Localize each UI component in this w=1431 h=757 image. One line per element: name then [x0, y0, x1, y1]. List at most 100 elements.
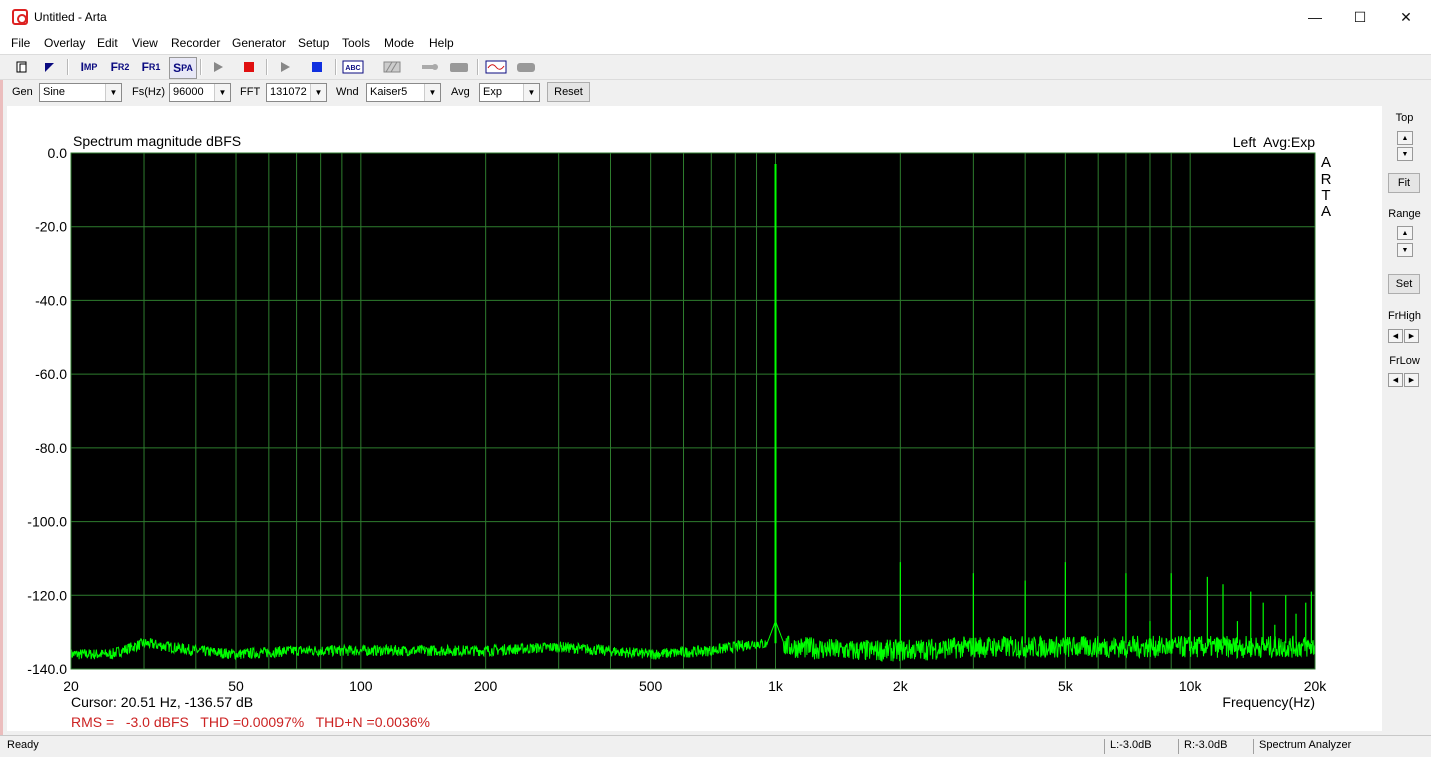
menu-mode[interactable]: Mode	[384, 36, 414, 50]
menu-file[interactable]: File	[11, 36, 30, 50]
channel-info: Left Avg:Exp	[1233, 134, 1315, 150]
x-tick-labels: 20 50 100 200 500 1k 2k 5k 10k 20k	[63, 678, 1327, 694]
fs-select[interactable]: 96000 ▼	[169, 83, 231, 102]
x-tick-label: 5k	[1058, 678, 1074, 694]
watermark-letter: R	[1321, 171, 1332, 188]
frhigh-left-button[interactable]: ◀	[1388, 329, 1403, 343]
fs-value: 96000	[173, 86, 204, 98]
plot-panel: 20 50 100 200 500 1k 2k 5k 10k 20k 0.0 -20.0 -40.0 -…	[7, 106, 1382, 731]
x-tick-label: 100	[349, 678, 373, 694]
title-bar: Untitled - Arta — ☐ ✕	[0, 0, 1431, 34]
abc-icon[interactable]: ABC	[341, 57, 365, 77]
chevron-down-icon: ▼	[523, 84, 539, 101]
cursor-readout: Cursor: 20.51 Hz, -136.57 dB	[71, 694, 253, 710]
gray-icon[interactable]	[447, 57, 471, 77]
gen-label: Gen	[12, 86, 33, 98]
menu-edit[interactable]: Edit	[97, 36, 118, 50]
chevron-down-icon: ▼	[424, 84, 440, 101]
menu-bar: File Overlay Edit View Recorder Generato…	[0, 34, 1431, 54]
range-label: Range	[1388, 208, 1421, 220]
frhigh-label: FrHigh	[1387, 310, 1421, 322]
x-tick-label: 500	[639, 678, 663, 694]
new-icon[interactable]	[10, 57, 34, 77]
probe-icon[interactable]	[418, 57, 442, 77]
toolbar-separator	[200, 59, 202, 75]
menu-view[interactable]: View	[132, 36, 158, 50]
wnd-select[interactable]: Kaiser5 ▼	[366, 83, 441, 102]
toolbar-separator	[67, 59, 69, 75]
grid-icon[interactable]	[380, 57, 404, 77]
arta-watermark: A R T A	[1321, 154, 1332, 220]
open-icon[interactable]	[37, 57, 61, 77]
range-down-button[interactable]: ▼	[1397, 243, 1413, 257]
menu-tools[interactable]: Tools	[342, 36, 370, 50]
toolbar-separator	[477, 59, 479, 75]
spa-button[interactable]: S PA	[169, 57, 197, 79]
menu-overlay[interactable]: Overlay	[44, 36, 85, 50]
stop-icon[interactable]	[237, 57, 261, 77]
gen-select[interactable]: Sine ▼	[39, 83, 122, 102]
gray2-icon[interactable]	[514, 57, 538, 77]
plot-area	[71, 153, 1315, 669]
frlow-right-button[interactable]: ▶	[1404, 373, 1419, 387]
spectrum-plot[interactable]: 20 50 100 200 500 1k 2k 5k 10k 20k 0.0 -20.0 -40.0 -…	[7, 106, 1382, 731]
fs-label: Fs(Hz)	[132, 86, 165, 98]
wnd-value: Kaiser5	[370, 86, 408, 98]
top-up-button[interactable]: ▲	[1397, 131, 1413, 145]
status-left-level: L:-3.0dB	[1104, 739, 1152, 754]
fr2-button[interactable]: F R2	[107, 57, 133, 77]
y-tick-label: -140.0	[27, 661, 67, 677]
menu-generator[interactable]: Generator	[232, 36, 286, 50]
x-tick-label: 2k	[893, 678, 909, 694]
minimize-button[interactable]: —	[1292, 0, 1338, 34]
y-tick-label: -60.0	[35, 366, 67, 382]
status-right-level: R:-3.0dB	[1178, 739, 1227, 754]
wave-icon[interactable]	[484, 57, 508, 77]
x-tick-label: 10k	[1179, 678, 1203, 694]
fft-label: FFT	[240, 86, 261, 98]
status-ready: Ready	[7, 739, 39, 751]
menu-setup[interactable]: Setup	[298, 36, 329, 50]
metrics-readout: RMS = -3.0 dBFS THD =0.00097% THD+N =0.0…	[71, 714, 430, 730]
toolbar: I MP F R2 F R1 S PA ABC	[0, 54, 1431, 80]
x-tick-label: 50	[228, 678, 244, 694]
range-up-button[interactable]: ▲	[1397, 226, 1413, 240]
fit-button[interactable]: Fit	[1388, 173, 1420, 193]
play2-icon[interactable]	[273, 57, 297, 77]
maximize-button[interactable]: ☐	[1337, 0, 1383, 34]
close-button[interactable]: ✕	[1383, 0, 1429, 34]
menu-help[interactable]: Help	[429, 36, 454, 50]
window-title: Untitled - Arta	[34, 10, 107, 24]
stop2-icon[interactable]	[305, 57, 329, 77]
fr1-button[interactable]: F R1	[138, 57, 164, 77]
top-down-button[interactable]: ▼	[1397, 147, 1413, 161]
wnd-label: Wnd	[336, 86, 359, 98]
watermark-letter: A	[1321, 203, 1331, 220]
reset-button[interactable]: Reset	[547, 82, 590, 102]
play-icon[interactable]	[206, 57, 230, 77]
x-tick-label: 1k	[768, 678, 784, 694]
imp-button[interactable]: I MP	[76, 57, 102, 77]
window-edge	[0, 80, 3, 735]
fft-select[interactable]: 131072 ▼	[266, 83, 327, 102]
chevron-down-icon: ▼	[310, 84, 326, 101]
avg-select[interactable]: Exp ▼	[479, 83, 540, 102]
frhigh-right-button[interactable]: ▶	[1404, 329, 1419, 343]
set-button[interactable]: Set	[1388, 274, 1420, 294]
x-tick-label: 20k	[1304, 678, 1328, 694]
frlow-label: FrLow	[1389, 355, 1420, 367]
watermark-letter: T	[1321, 187, 1330, 204]
params-bar: Gen Sine ▼ Fs(Hz) 96000 ▼ FFT 131072 ▼ Wnd …	[0, 80, 1431, 104]
top-label: Top	[1395, 112, 1414, 124]
y-tick-label: -20.0	[35, 219, 67, 235]
chevron-down-icon: ▼	[105, 84, 121, 101]
y-tick-label: -120.0	[27, 587, 67, 603]
frlow-left-button[interactable]: ◀	[1388, 373, 1403, 387]
plot-title: Spectrum magnitude dBFS	[73, 133, 241, 149]
watermark-letter: A	[1321, 154, 1331, 171]
right-panel: Top ▲ ▼ Fit Range ▲ ▼ Set FrHigh ◀ ▶ FrL…	[1382, 106, 1427, 731]
x-tick-label: 20	[63, 678, 79, 694]
menu-recorder[interactable]: Recorder	[171, 36, 220, 50]
gen-value: Sine	[43, 86, 66, 98]
y-tick-labels: 0.0 -20.0 -40.0 -60.0 -80.0 -100.0 -120.0 -140.…	[27, 145, 67, 677]
